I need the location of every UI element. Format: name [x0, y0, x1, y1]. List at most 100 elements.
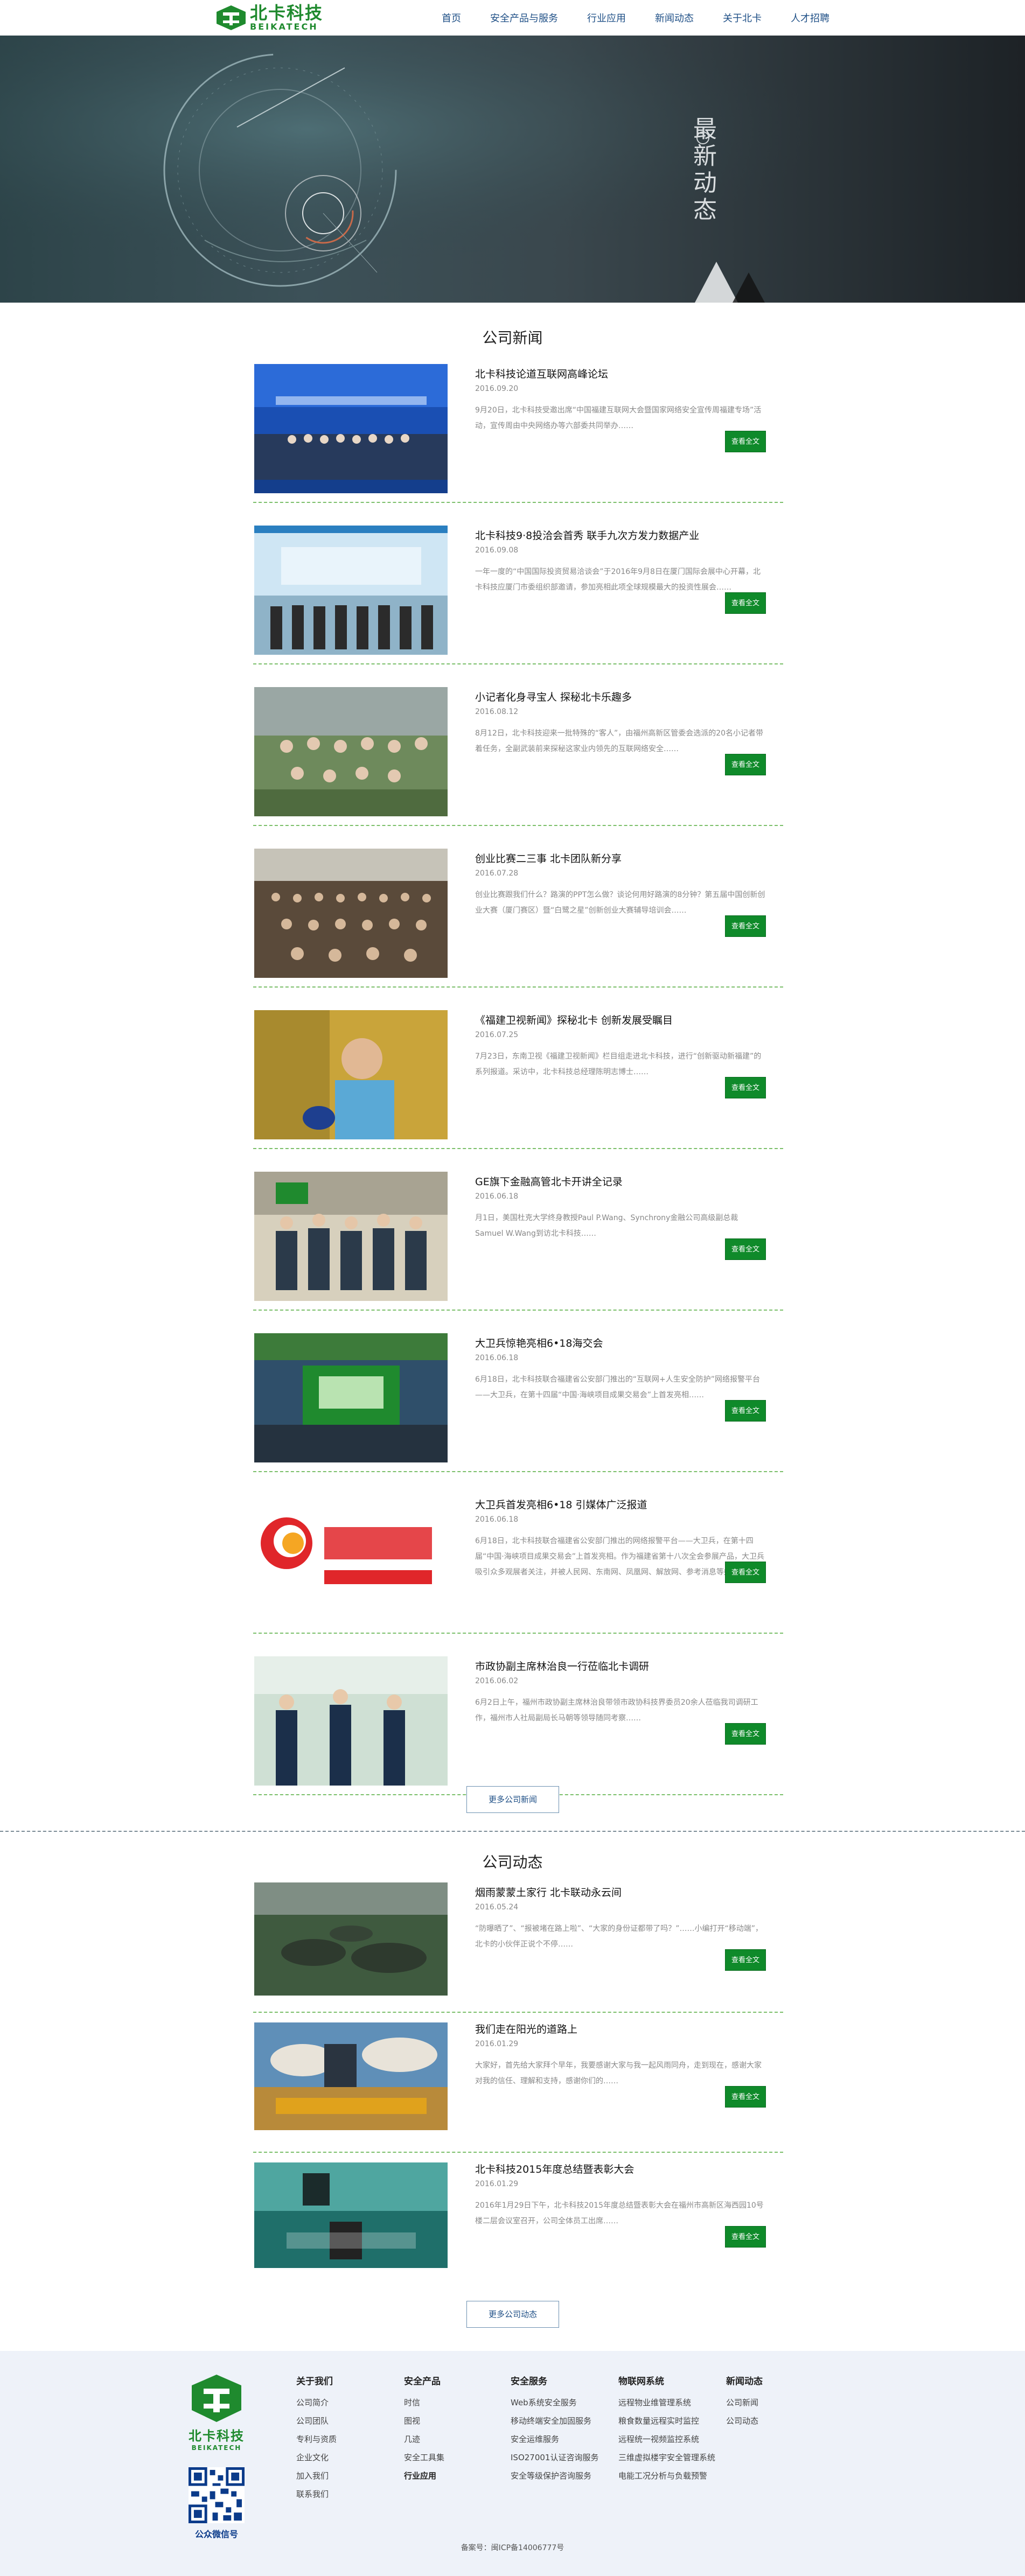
news-title[interactable]: 大卫兵首发亮相6•18 引媒体广泛报道	[475, 1497, 647, 1511]
news-summary: 创业比赛跟我们什么？路演的PPT怎么做？谈论何用好路演的8分钟？第五届中国创新创…	[475, 891, 765, 915]
news-title[interactable]: 市政协副主席林治良一行莅临北卡调研	[475, 1658, 649, 1673]
news-summary: 一年一度的“中国国际投资贸易洽谈会”于2016年9月8日在厦门国际会展中心开幕，…	[475, 568, 761, 592]
footer-link[interactable]: 远程统一视频监控系统	[618, 2430, 715, 2448]
news-title[interactable]: GE旗下金融高管北卡开讲全记录	[475, 1174, 623, 1188]
news-thumbnail[interactable]	[254, 687, 448, 816]
read-more-button[interactable]: 查看全文	[725, 431, 766, 452]
activity-summary: “防曝晒了”、“报被堵在路上啦”、“大家的身份证都带了吗？”……小编打开“移动端…	[475, 1924, 763, 1949]
site-logo[interactable]: 北卡科技 BEIKATECH	[215, 2, 339, 33]
footer-link[interactable]: 专利与资质	[296, 2430, 337, 2448]
footer-link[interactable]: 公司新闻	[726, 2393, 763, 2412]
read-more-button[interactable]: 查看全文	[725, 1238, 766, 1260]
footer-link[interactable]: 图视	[404, 2412, 444, 2430]
activity-title[interactable]: 我们走在阳光的道路上	[475, 2021, 577, 2036]
icp-record: 备案号：闽ICP备14006777号	[461, 2544, 564, 2552]
news-thumbnail[interactable]	[254, 1333, 448, 1462]
footer-link[interactable]: 联系我们	[296, 2485, 337, 2503]
footer-col-heading: 关于我们	[296, 2376, 333, 2387]
news-item[interactable]: 小记者化身寻宝人 探秘北卡乐趣多 2016.08.12 8月12日，北卡科技迎来…	[253, 682, 783, 826]
footer-col-heading: 新闻动态	[726, 2376, 763, 2387]
nav-item-about[interactable]: 关于北卡	[723, 11, 762, 25]
read-more-button[interactable]: 查看全文	[725, 592, 766, 614]
news-thumbnail[interactable]	[254, 364, 448, 493]
news-item[interactable]: 北卡科技论道互联网高峰论坛 2016.09.20 9月20日，北卡科技受邀出席“…	[253, 359, 783, 503]
news-summary: 7月23日，东南卫视《福建卫视新闻》栏目组走进北卡科技，进行“创新驱动新福建”的…	[475, 1052, 762, 1076]
nav-item-careers[interactable]: 人才招聘	[791, 11, 829, 25]
footer-link[interactable]: 远程物业维管理系统	[618, 2393, 715, 2412]
nav-item-products[interactable]: 安全产品与服务	[490, 11, 558, 25]
read-more-button[interactable]: 查看全文	[725, 754, 766, 775]
nav-item-home[interactable]: 首页	[442, 11, 461, 25]
news-summary: 9月20日，北卡科技受邀出席“中国福建互联网大会暨国家网络安全宣传周福建专场”活…	[475, 406, 762, 430]
news-title[interactable]: 创业比赛二三事 北卡团队新分享	[475, 851, 622, 865]
footer-link[interactable]: 加入我们	[296, 2467, 337, 2485]
news-summary: 8月12日，北卡科技迎来一批特殊的“客人”，由福州高新区管委会选派的20名小记者…	[475, 729, 764, 753]
news-item[interactable]: 市政协副主席林治良一行莅临北卡调研 2016.06.02 6月2日上午，福州市政…	[253, 1651, 783, 1795]
footer-link[interactable]: ISO27001认证咨询服务	[511, 2448, 598, 2467]
activity-thumbnail[interactable]	[254, 1882, 448, 1996]
read-more-button[interactable]: 查看全文	[725, 1723, 766, 1745]
footer-link[interactable]: 移动终端安全加固服务	[511, 2412, 598, 2430]
footer-link[interactable]: 公司动态	[726, 2412, 763, 2430]
footer-link[interactable]: 粮食数量远程实时监控	[618, 2412, 715, 2430]
news-thumbnail[interactable]	[254, 1495, 448, 1624]
news-thumbnail[interactable]	[254, 1172, 448, 1301]
activity-date: 2016.01.29	[475, 2180, 519, 2188]
news-title[interactable]: 小记者化身寻宝人 探秘北卡乐趣多	[475, 689, 632, 704]
footer-link[interactable]: 公司团队	[296, 2412, 337, 2430]
read-more-button[interactable]: 查看全文	[725, 1949, 766, 1971]
activity-item[interactable]: 我们走在阳光的道路上 2016.01.29 大家好，首先给大家拜个早年，我要感谢…	[253, 2014, 783, 2153]
news-title[interactable]: 北卡科技论道互联网高峰论坛	[475, 366, 608, 381]
activity-item[interactable]: 烟雨蒙蒙土家行 北卡联动永云间 2016.05.24 “防曝晒了”、“报被堵在路…	[253, 1877, 783, 2013]
activity-thumbnail[interactable]	[254, 2022, 448, 2130]
section-title-company-activities: 公司动态	[482, 1853, 543, 1871]
news-thumbnail[interactable]	[254, 526, 448, 655]
news-title[interactable]: 大卫兵惊艳亮相6•18海交会	[475, 1335, 603, 1350]
news-date: 2016.09.08	[475, 546, 519, 555]
logo-mark-icon	[215, 4, 247, 31]
activity-title[interactable]: 北卡科技2015年度总结暨表彰大会	[475, 2161, 634, 2176]
nav-item-news[interactable]: 新闻动态	[655, 11, 694, 25]
footer-link[interactable]: 安全工具集	[404, 2448, 444, 2467]
read-more-button[interactable]: 查看全文	[725, 1400, 766, 1422]
footer-link[interactable]: 几迹	[404, 2430, 444, 2448]
wechat-qr-code	[189, 2467, 245, 2523]
read-more-button[interactable]: 查看全文	[725, 1077, 766, 1098]
footer-link[interactable]: 电能工况分析与负载预警	[618, 2467, 715, 2485]
footer-link[interactable]: 三维虚拟楼宇安全管理系统	[618, 2448, 715, 2467]
footer-link[interactable]: 安全等级保护咨询服务	[511, 2467, 598, 2485]
news-title[interactable]: 北卡科技9·8投洽会首秀 联手九次方发力数据产业	[475, 528, 699, 542]
read-more-button[interactable]: 查看全文	[725, 1562, 766, 1583]
footer-col-heading: 物联网系统	[618, 2376, 664, 2387]
news-title[interactable]: 《福建卫视新闻》探秘北卡 创新发展受瞩目	[475, 1012, 673, 1027]
news-item[interactable]: 创业比赛二三事 北卡团队新分享 2016.07.28 创业比赛跟我们什么？路演的…	[253, 843, 783, 988]
footer-link[interactable]: 安全运维服务	[511, 2430, 598, 2448]
read-more-button[interactable]: 查看全文	[725, 2086, 766, 2108]
news-date: 2016.07.25	[475, 1031, 519, 1039]
read-more-button[interactable]: 查看全文	[725, 2226, 766, 2248]
news-item[interactable]: 大卫兵首发亮相6•18 引媒体广泛报道 2016.06.18 6月18日，北卡科…	[253, 1489, 783, 1634]
footer-link[interactable]: Web系统安全服务	[511, 2393, 598, 2412]
footer-link-industry[interactable]: 行业应用	[404, 2467, 444, 2485]
activity-item[interactable]: 北卡科技2015年度总结暨表彰大会 2016.01.29 2016年1月29日下…	[253, 2154, 783, 2286]
activity-thumbnail[interactable]	[254, 2162, 448, 2268]
footer-col-news: 新闻动态 公司新闻 公司动态	[726, 2374, 763, 2430]
read-more-button[interactable]: 查看全文	[725, 915, 766, 937]
news-item[interactable]: GE旗下金融高管北卡开讲全记录 2016.06.18 月1日，美国杜克大学终身教…	[253, 1166, 783, 1311]
activity-title[interactable]: 烟雨蒙蒙土家行 北卡联动永云间	[475, 1885, 622, 1899]
news-date: 2016.09.20	[475, 384, 519, 393]
more-company-news-button[interactable]: 更多公司新闻	[466, 1786, 559, 1813]
news-thumbnail[interactable]	[254, 1656, 448, 1786]
footer-col-heading: 安全服务	[511, 2376, 547, 2387]
qr-code-label: 公众微信号	[194, 2529, 238, 2539]
more-company-activities-button[interactable]: 更多公司动态	[466, 2301, 559, 2328]
footer-link[interactable]: 公司简介	[296, 2393, 337, 2412]
footer-link[interactable]: 时信	[404, 2393, 444, 2412]
nav-item-industry[interactable]: 行业应用	[587, 11, 626, 25]
footer-link[interactable]: 企业文化	[296, 2448, 337, 2467]
news-thumbnail[interactable]	[254, 1010, 448, 1139]
news-thumbnail[interactable]	[254, 849, 448, 978]
news-item[interactable]: 大卫兵惊艳亮相6•18海交会 2016.06.18 6月18日，北卡科技联合福建…	[253, 1328, 783, 1472]
news-item[interactable]: 北卡科技9·8投洽会首秀 联手九次方发力数据产业 2016.09.08 一年一度…	[253, 520, 783, 664]
news-item[interactable]: 《福建卫视新闻》探秘北卡 创新发展受瞩目 2016.07.25 7月23日，东南…	[253, 1005, 783, 1149]
